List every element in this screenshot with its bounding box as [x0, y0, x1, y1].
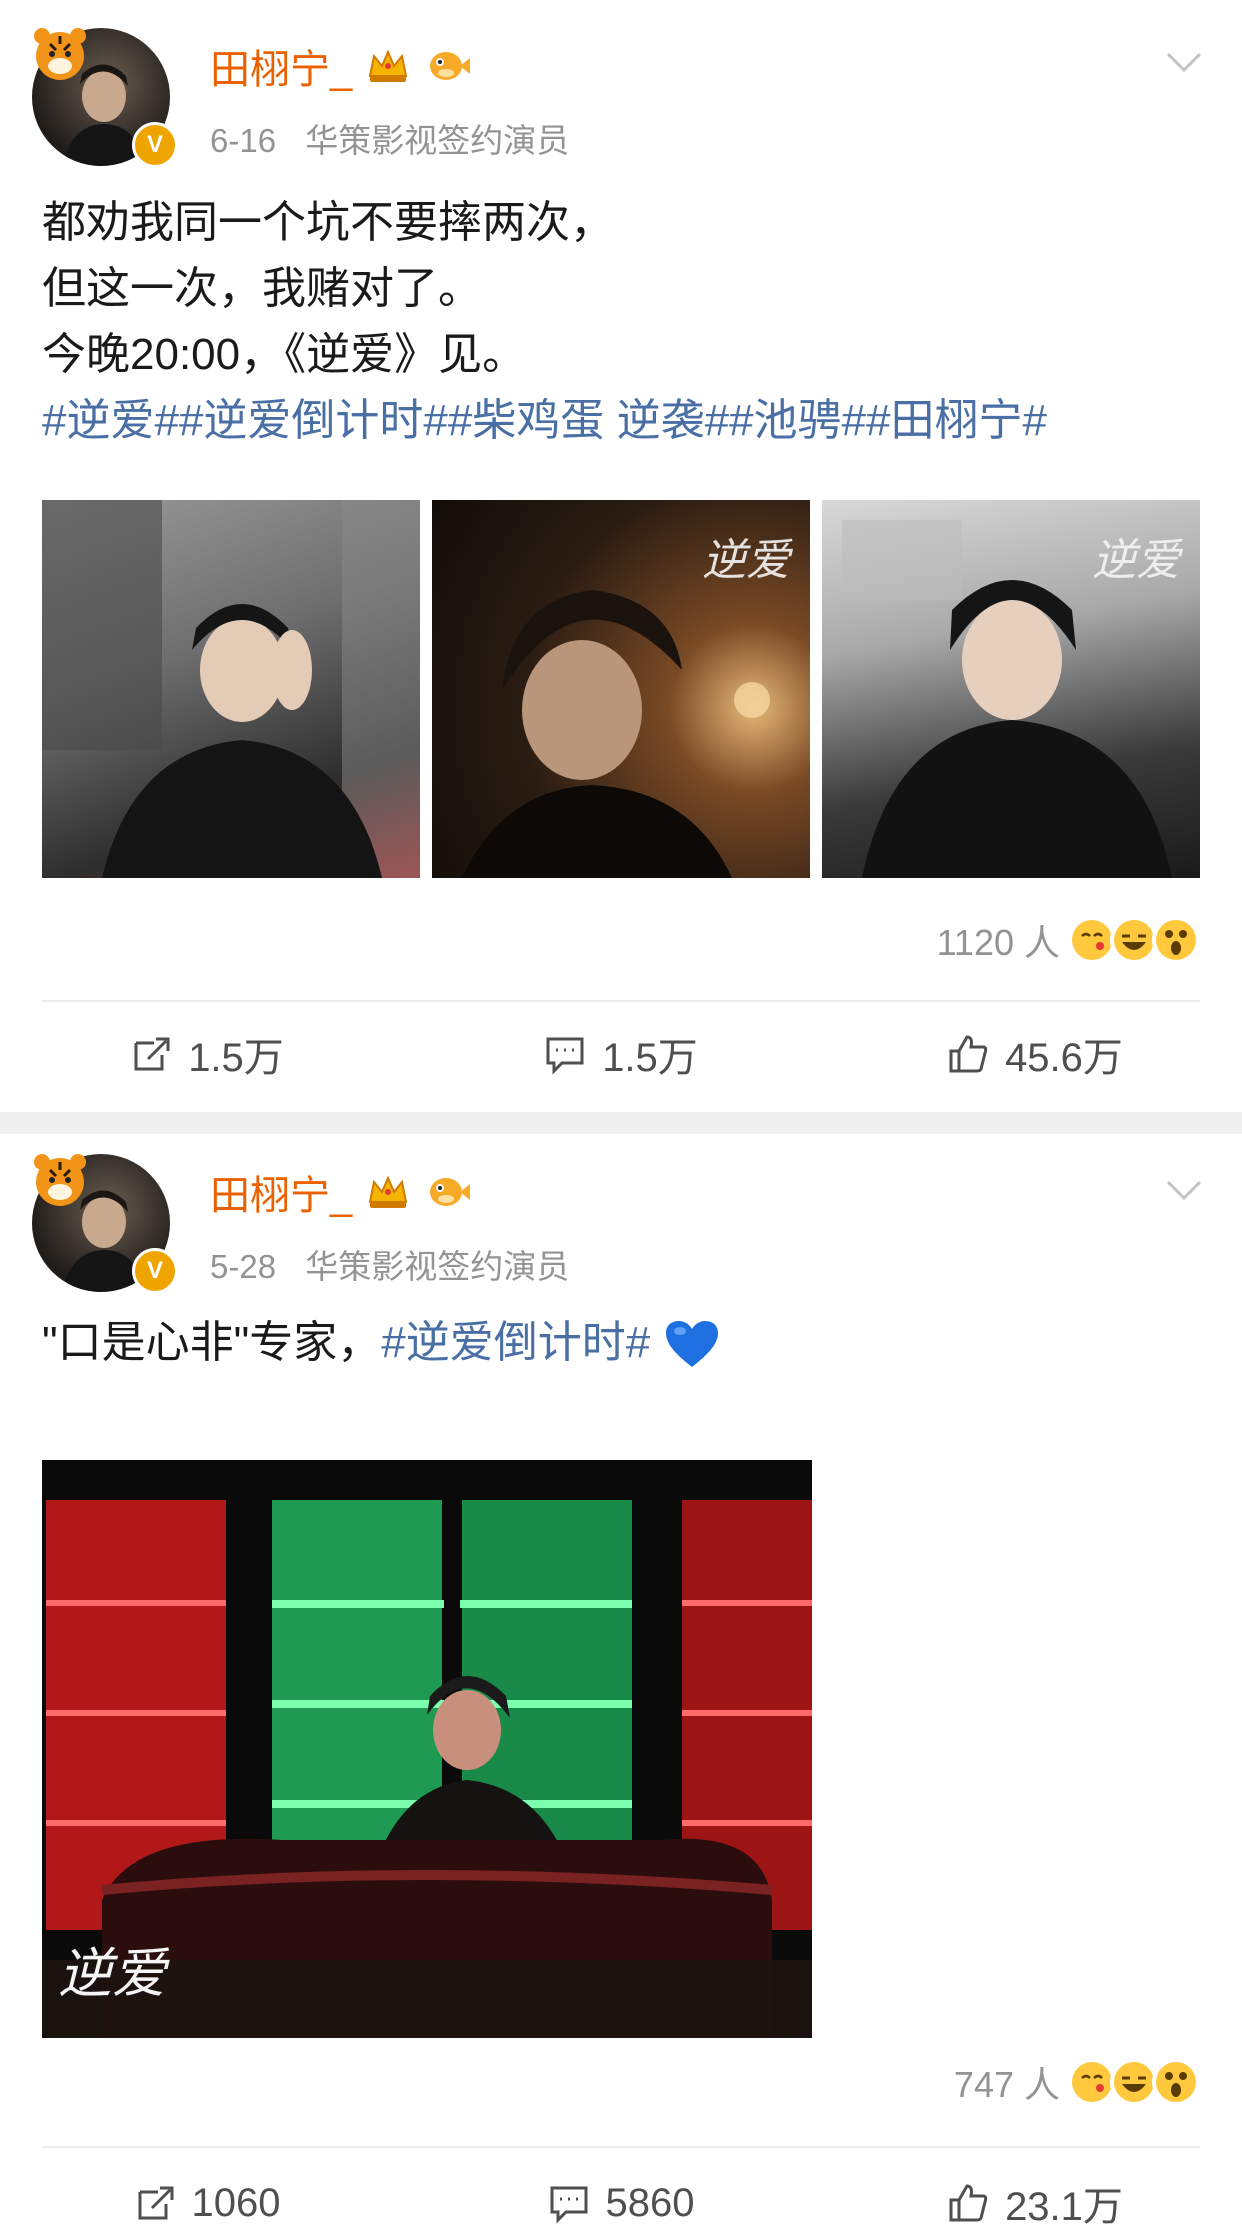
repost-icon: [138, 2186, 173, 2220]
post-text: 都劝我同一个坑不要摔两次， 但这一次，我赌对了。 今晚20:00，《逆爱》见。 …: [42, 190, 1202, 454]
reaction-count: 747 人: [953, 2064, 1060, 2105]
username[interactable]: 田栩宁_: [210, 37, 352, 95]
like-button[interactable]: 45.6万: [828, 1025, 1242, 1083]
action-bar: 1.5万 1.5万 45.6万: [0, 1025, 1242, 1083]
chevron-down-icon[interactable]: [1164, 1178, 1204, 1202]
post-meta: 6-16 华策影视签约演员: [210, 114, 569, 162]
post-separator: [0, 1112, 1242, 1134]
comment-button[interactable]: 5860: [414, 2174, 828, 2232]
pufferfish-icon[interactable]: [424, 46, 472, 86]
blue-heart-icon: [666, 1321, 719, 1368]
post-photo[interactable]: [42, 500, 420, 878]
repost-count: 1.5万: [188, 1036, 284, 1080]
thumbs-up-icon: [949, 2184, 988, 2222]
post-source: 华策影视签约演员: [305, 1248, 570, 1285]
photo-grid: 逆爱 逆爱: [42, 500, 1200, 878]
comment-count: 5860: [605, 2180, 695, 2225]
avatar[interactable]: V: [32, 28, 182, 178]
surprised-emoji-icon: [1152, 2058, 1200, 2106]
laugh-emoji-icon: [1110, 916, 1158, 964]
divider: [42, 2146, 1200, 2148]
post-text-line: 今晚20:00，《逆爱》见。: [42, 330, 527, 379]
user-name-row: 田栩宁_: [210, 40, 472, 92]
post-source: 华策影视签约演员: [305, 122, 570, 159]
tiger-icon: [34, 1154, 86, 1206]
kiss-emoji-icon: [1068, 916, 1116, 964]
reaction-count: 1120 人: [936, 922, 1060, 963]
weibo-post: V 田栩宁_ 5-28 华策影视签约演员 "口是心非"专家，#逆爱倒计时# 逆爱…: [0, 1134, 1242, 2235]
tiger-icon: [34, 28, 86, 80]
photo-watermark: 逆爱: [702, 535, 790, 586]
divider: [42, 1000, 1200, 1002]
post-text: "口是心非"专家，#逆爱倒计时#: [42, 1310, 1202, 1376]
like-count: 45.6万: [1005, 1036, 1123, 1080]
user-name-row: 田栩宁_: [210, 1166, 472, 1218]
post-photo[interactable]: 逆爱: [432, 500, 810, 878]
surprised-emoji-icon: [1152, 916, 1200, 964]
chevron-down-icon[interactable]: [1164, 50, 1204, 74]
like-button[interactable]: 23.1万: [828, 2174, 1242, 2232]
repost-button[interactable]: 1.5万: [0, 1025, 414, 1083]
post-date: 6-16: [210, 122, 277, 159]
thumbs-up-icon: [949, 1035, 988, 1073]
crown-icon[interactable]: [364, 46, 412, 86]
weibo-post: V 田栩宁_ 6-16 华策影视签约演员 都劝我同一个坑不要摔两次， 但这一次，…: [0, 0, 1242, 1112]
avatar[interactable]: V: [32, 1154, 182, 1304]
laugh-emoji-icon: [1110, 2058, 1158, 2106]
comment-count: 1.5万: [602, 1036, 698, 1080]
repost-count: 1060: [191, 2180, 281, 2225]
post-photo[interactable]: 逆爱: [822, 500, 1200, 878]
verified-badge: V: [132, 1248, 178, 1294]
comment-icon: [546, 1037, 584, 1075]
post-photo[interactable]: 逆爱: [42, 1460, 812, 2038]
username[interactable]: 田栩宁_: [210, 1163, 352, 1221]
comment-button[interactable]: 1.5万: [414, 1025, 828, 1083]
reactions-summary[interactable]: 1120 人: [937, 914, 1200, 966]
photo-watermark: 逆爱: [58, 1942, 166, 2005]
pufferfish-icon[interactable]: [424, 1172, 472, 1212]
photo-watermark: 逆爱: [1092, 535, 1180, 586]
hashtag-links[interactable]: #逆爱##逆爱倒计时##柴鸡蛋 逆袭##池骋##田栩宁#: [42, 388, 1202, 454]
post-meta: 5-28 华策影视签约演员: [210, 1240, 569, 1288]
post-date: 5-28: [210, 1248, 277, 1285]
reactions-summary[interactable]: 747 人: [954, 2056, 1200, 2108]
comment-icon: [550, 2186, 587, 2224]
hashtag-link[interactable]: #逆爱倒计时#: [381, 1318, 650, 1367]
post-text-line: 但这一次，我赌对了。: [42, 264, 482, 313]
action-bar: 1060 5860 23.1万: [0, 2174, 1242, 2232]
post-text-plain: "口是心非"专家，: [42, 1318, 382, 1367]
post-text-line: 都劝我同一个坑不要摔两次，: [42, 198, 614, 247]
verified-badge: V: [132, 122, 178, 168]
repost-icon: [134, 1037, 170, 1071]
kiss-emoji-icon: [1068, 2058, 1116, 2106]
crown-icon[interactable]: [364, 1172, 412, 1212]
like-count: 23.1万: [1005, 2185, 1123, 2229]
repost-button[interactable]: 1060: [0, 2174, 414, 2232]
